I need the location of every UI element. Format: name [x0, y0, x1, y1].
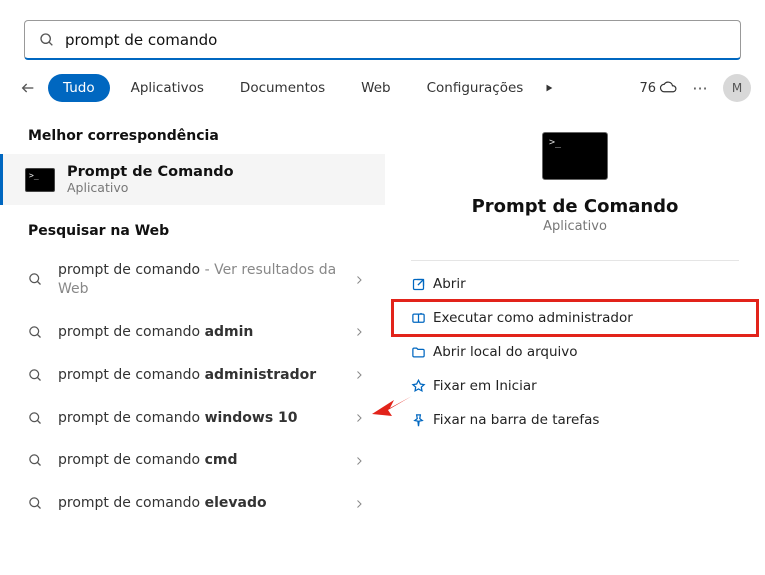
web-result-label: prompt de comando admin — [58, 323, 353, 342]
web-result-label: prompt de comando cmd — [58, 451, 353, 470]
cmd-icon: >_ — [25, 168, 55, 192]
action-run-as-admin[interactable]: Executar como administrador — [393, 301, 757, 335]
folder-icon — [411, 345, 433, 360]
chevron-right-icon — [353, 412, 365, 424]
chevron-right-icon — [353, 369, 365, 381]
weather-icon — [659, 79, 677, 97]
weather-widget[interactable]: 76 — [639, 79, 677, 97]
action-label: Abrir — [433, 276, 466, 292]
pin-icon — [411, 379, 433, 394]
detail-subtitle: Aplicativo — [543, 219, 607, 234]
app-icon-large — [542, 132, 608, 180]
action-label: Executar como administrador — [433, 310, 633, 326]
search-icon — [39, 32, 55, 48]
tab-all[interactable]: Tudo — [48, 74, 110, 102]
action-open[interactable]: Abrir — [393, 267, 757, 301]
best-match-item[interactable]: >_ Prompt de Comando Aplicativo — [0, 154, 385, 205]
action-label: Abrir local do arquivo — [433, 344, 578, 360]
shield-icon — [411, 311, 433, 326]
web-result-item[interactable]: prompt de comando elevado — [0, 482, 385, 525]
web-result-label: prompt de comando windows 10 — [58, 409, 353, 428]
user-avatar[interactable]: M — [723, 74, 751, 102]
annotation-arrow — [372, 392, 412, 420]
results-panel: Melhor correspondência >_ Prompt de Coma… — [0, 110, 385, 563]
action-label: Fixar na barra de tarefas — [433, 412, 599, 428]
search-icon — [28, 496, 44, 511]
web-result-label: prompt de comando elevado — [58, 494, 353, 513]
best-match-subtitle: Aplicativo — [67, 180, 234, 195]
pin-taskbar-icon — [411, 413, 433, 428]
web-result-label: prompt de comando administrador — [58, 366, 353, 385]
action-pin-taskbar[interactable]: Fixar na barra de tarefas — [393, 403, 757, 437]
tab-more[interactable] — [544, 77, 578, 99]
chevron-right-icon — [353, 274, 365, 286]
web-result-item[interactable]: prompt de comando cmd — [0, 439, 385, 482]
web-search-header: Pesquisar na Web — [0, 205, 385, 249]
best-match-title: Prompt de Comando — [67, 164, 234, 180]
tab-documents[interactable]: Documentos — [225, 74, 340, 102]
detail-panel: Prompt de Comando Aplicativo Abrir Execu… — [385, 110, 765, 563]
action-label: Fixar em Iniciar — [433, 378, 537, 394]
search-icon — [28, 453, 44, 468]
tab-apps[interactable]: Aplicativos — [116, 74, 219, 102]
search-icon — [28, 411, 44, 426]
search-box[interactable] — [24, 20, 741, 60]
web-result-item[interactable]: prompt de comando admin — [0, 311, 385, 354]
web-result-item[interactable]: prompt de comando administrador — [0, 354, 385, 397]
web-result-label: prompt de comando - Ver resultados da We… — [58, 261, 353, 299]
tab-settings[interactable]: Configurações — [412, 74, 539, 102]
search-icon — [28, 325, 44, 340]
web-result-item[interactable]: prompt de comando windows 10 — [0, 397, 385, 440]
filter-tabs: Tudo Aplicativos Documentos Web Configur… — [0, 74, 765, 110]
best-match-header: Melhor correspondência — [0, 110, 385, 154]
open-icon — [411, 277, 433, 292]
search-icon — [28, 368, 44, 383]
chevron-right-icon — [353, 326, 365, 338]
tab-web[interactable]: Web — [346, 74, 405, 102]
action-pin-start[interactable]: Fixar em Iniciar — [393, 369, 757, 403]
temperature-value: 76 — [639, 81, 656, 96]
search-icon — [28, 272, 44, 287]
chevron-right-icon — [353, 498, 365, 510]
back-button[interactable] — [14, 74, 42, 102]
chevron-right-icon — [353, 455, 365, 467]
more-options-button[interactable]: ··· — [687, 79, 713, 98]
divider — [411, 260, 739, 261]
web-result-item[interactable]: prompt de comando - Ver resultados da We… — [0, 249, 385, 311]
search-input[interactable] — [65, 31, 726, 49]
detail-title: Prompt de Comando — [472, 196, 679, 217]
action-open-location[interactable]: Abrir local do arquivo — [393, 335, 757, 369]
